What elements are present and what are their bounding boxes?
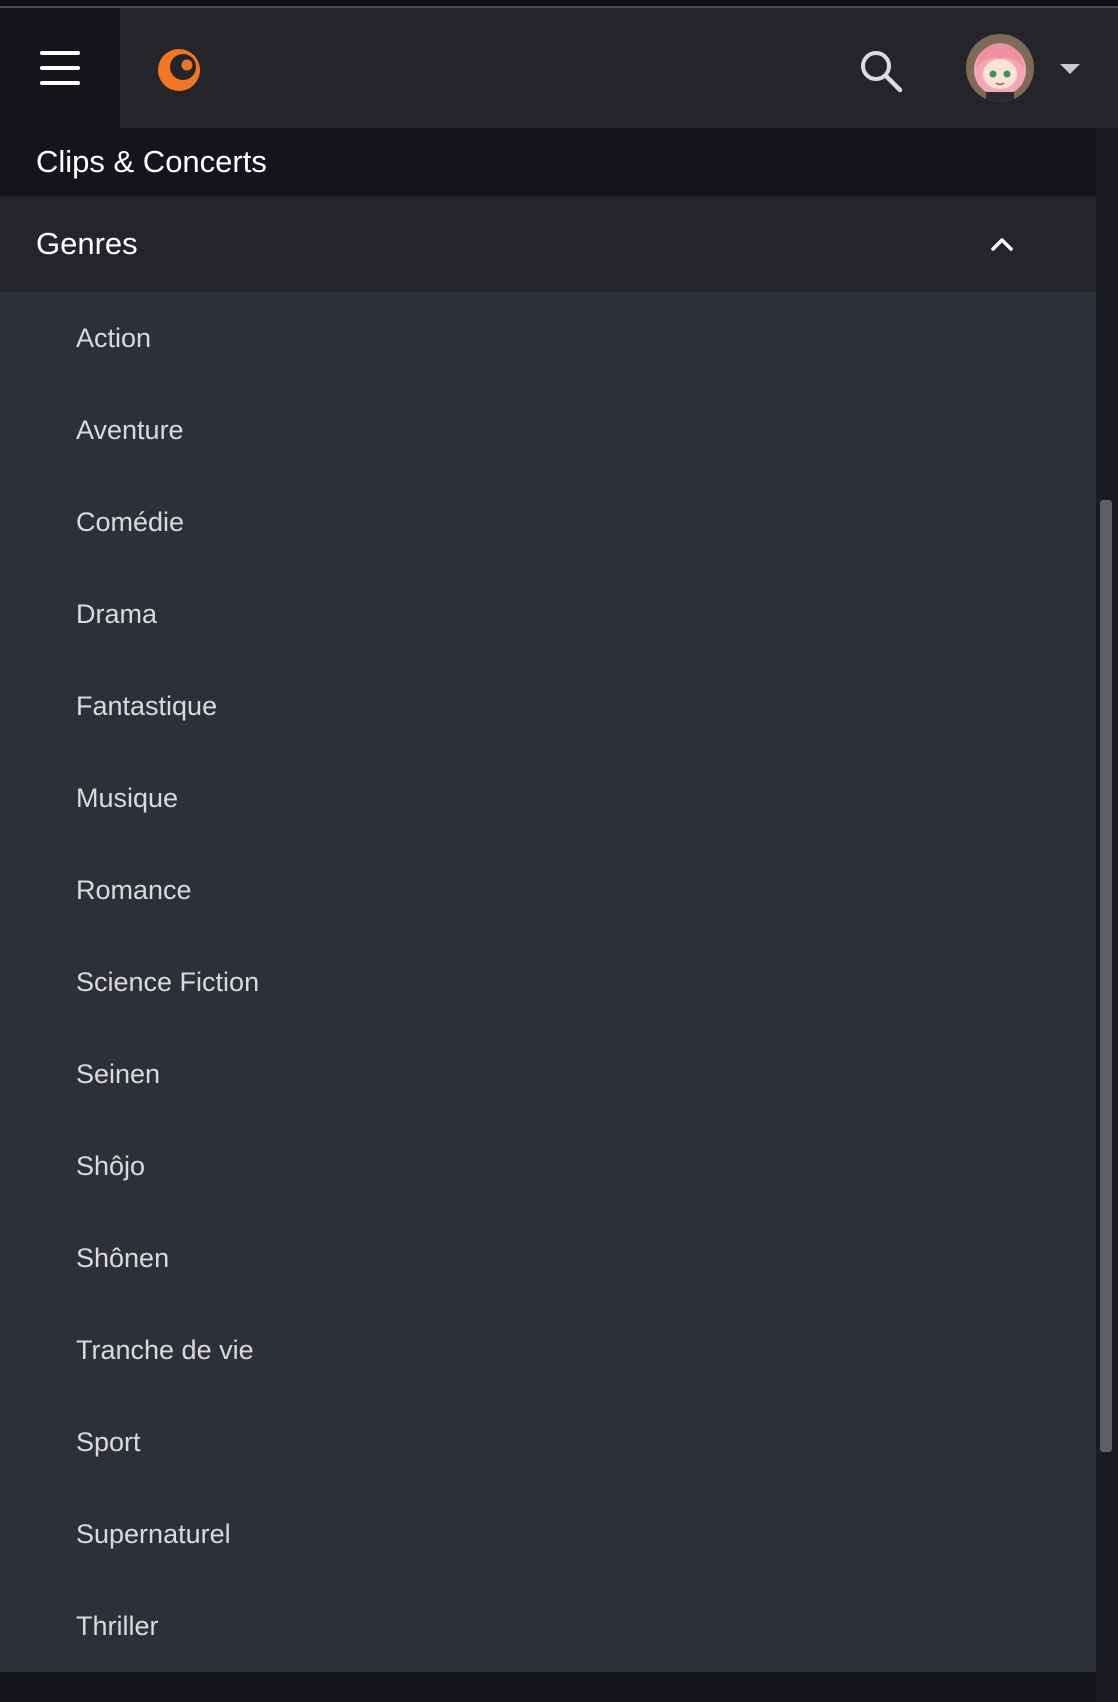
genre-label: Comédie — [76, 506, 185, 537]
genre-label: Action — [76, 322, 152, 353]
genre-label: Aventure — [76, 414, 184, 445]
browser-top-strip — [0, 0, 1118, 8]
genre-label: Seinen — [76, 1058, 161, 1089]
hamburger-menu-icon-line — [40, 81, 80, 85]
genre-label: Shônen — [76, 1242, 170, 1273]
genre-label: Romance — [76, 874, 192, 905]
scrollbar-thumb[interactable] — [1100, 500, 1112, 1452]
caret-down-icon[interactable] — [1060, 64, 1080, 74]
nav-item-label: Genres — [36, 226, 138, 261]
genre-item-action[interactable]: Action — [0, 292, 1096, 384]
genre-label: Tranche de vie — [76, 1334, 254, 1365]
genre-label: Fantastique — [76, 690, 218, 721]
hamburger-menu-icon-line — [40, 51, 80, 55]
nav-item-label: Clips & Concerts — [36, 144, 267, 179]
chevron-up-icon[interactable] — [986, 228, 1018, 260]
hamburger-menu-icon-line — [40, 66, 80, 70]
genre-item-seinen[interactable]: Seinen — [0, 1028, 1096, 1120]
genre-label: Shôjo — [76, 1150, 146, 1181]
nav-item-clips-concerts[interactable]: Clips & Concerts — [0, 128, 1096, 196]
genre-label: Thriller — [76, 1610, 159, 1641]
genre-item-musique[interactable]: Musique — [0, 752, 1096, 844]
genre-item-fantastique[interactable]: Fantastique — [0, 660, 1096, 752]
navigation-drawer: Clips & Concerts Genres Action Aventure … — [0, 128, 1096, 1702]
user-avatar[interactable] — [966, 34, 1034, 102]
genre-item-tranche-de-vie[interactable]: Tranche de vie — [0, 1304, 1096, 1396]
drawer-bottom-divider — [0, 1672, 1096, 1702]
genre-item-sport[interactable]: Sport — [0, 1396, 1096, 1488]
crunchyroll-logo-icon[interactable] — [154, 45, 204, 95]
hamburger-menu-button[interactable] — [0, 8, 120, 128]
genre-label: Sport — [76, 1426, 141, 1457]
genre-item-shonen[interactable]: Shônen — [0, 1212, 1096, 1304]
genre-submenu: Action Aventure Comédie Drama Fantastiqu… — [0, 292, 1096, 1672]
genre-item-thriller[interactable]: Thriller — [0, 1580, 1096, 1672]
genre-item-aventure[interactable]: Aventure — [0, 384, 1096, 476]
genre-item-comedie[interactable]: Comédie — [0, 476, 1096, 568]
genre-item-supernaturel[interactable]: Supernaturel — [0, 1488, 1096, 1580]
genre-item-shojo[interactable]: Shôjo — [0, 1120, 1096, 1212]
top-header — [0, 8, 1118, 128]
nav-item-genres[interactable]: Genres — [0, 196, 1096, 292]
search-icon[interactable] — [856, 46, 906, 96]
genre-item-science-fiction[interactable]: Science Fiction — [0, 936, 1096, 1028]
genre-label: Supernaturel — [76, 1518, 231, 1549]
genre-label: Musique — [76, 782, 179, 813]
genre-item-romance[interactable]: Romance — [0, 844, 1096, 936]
genre-label: Science Fiction — [76, 966, 260, 997]
genre-item-drama[interactable]: Drama — [0, 568, 1096, 660]
genre-label: Drama — [76, 598, 158, 629]
